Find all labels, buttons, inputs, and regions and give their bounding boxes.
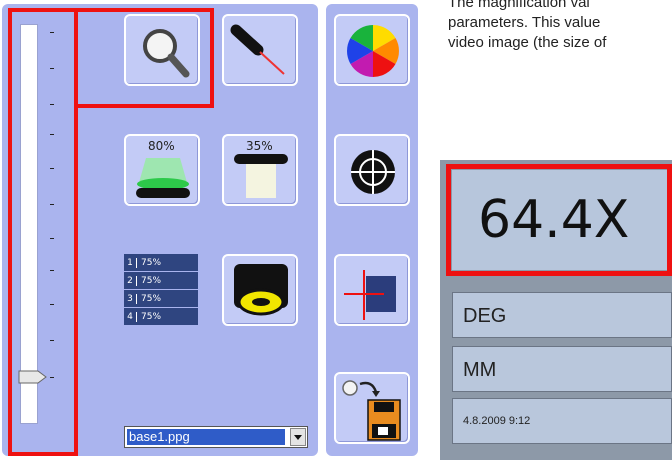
length-unit-value: MM — [463, 359, 497, 381]
coaxial-light-icon — [234, 154, 288, 198]
highlight-slider — [8, 10, 78, 456]
lamp-sector-row[interactable]: 3 75% — [124, 290, 198, 307]
highlight-zoom-side — [210, 8, 214, 108]
highlight-zoom-bottom — [74, 104, 214, 108]
ring-light-icon — [234, 264, 288, 316]
coaxial-light-button[interactable]: 35% — [222, 134, 298, 206]
lamp-sector-row[interactable]: 4 75% — [124, 308, 198, 325]
backlight-icon — [136, 158, 190, 198]
lamp-sector-row[interactable]: 1 75% — [124, 254, 198, 271]
description-line-3: video image (the size of — [448, 34, 607, 51]
length-unit-field[interactable]: MM — [452, 346, 672, 392]
color-wheel-icon — [347, 25, 399, 77]
datetime-value: 4.8.2009 9:12 — [463, 415, 531, 427]
crosshair-icon — [351, 150, 395, 194]
program-file-select[interactable]: base1.ppg — [124, 426, 308, 448]
lamp-sector-list[interactable]: 1 75% 2 75% 3 75% 4 75% — [124, 254, 198, 326]
edge-probe-button[interactable] — [334, 254, 410, 326]
laser-pointer-icon — [230, 24, 285, 75]
description-line-2: parameters. This value — [448, 14, 601, 31]
magnifier-icon — [143, 29, 190, 78]
highlight-zoom-button — [8, 8, 214, 12]
backlight-button[interactable]: 80% — [124, 134, 200, 206]
lamp-sector-row[interactable]: 2 75% — [124, 272, 198, 289]
edge-probe-icon — [344, 270, 396, 320]
laser-button[interactable] — [222, 14, 298, 86]
description-line-1: The magnification val — [448, 0, 590, 11]
datetime-field: 4.8.2009 9:12 — [452, 398, 672, 444]
highlight-magnification — [446, 164, 672, 276]
program-file-value: base1.ppg — [127, 429, 285, 445]
ring-light-button[interactable] — [222, 254, 298, 326]
dropdown-arrow-icon[interactable] — [290, 428, 306, 446]
angle-unit-value: DEG — [463, 305, 507, 327]
color-button[interactable] — [334, 14, 410, 86]
save-program-button[interactable] — [334, 372, 410, 444]
save-program-icon — [342, 380, 401, 441]
zoom-button[interactable] — [124, 14, 200, 86]
crosshair-button[interactable] — [334, 134, 410, 206]
angle-unit-field[interactable]: DEG — [452, 292, 672, 338]
